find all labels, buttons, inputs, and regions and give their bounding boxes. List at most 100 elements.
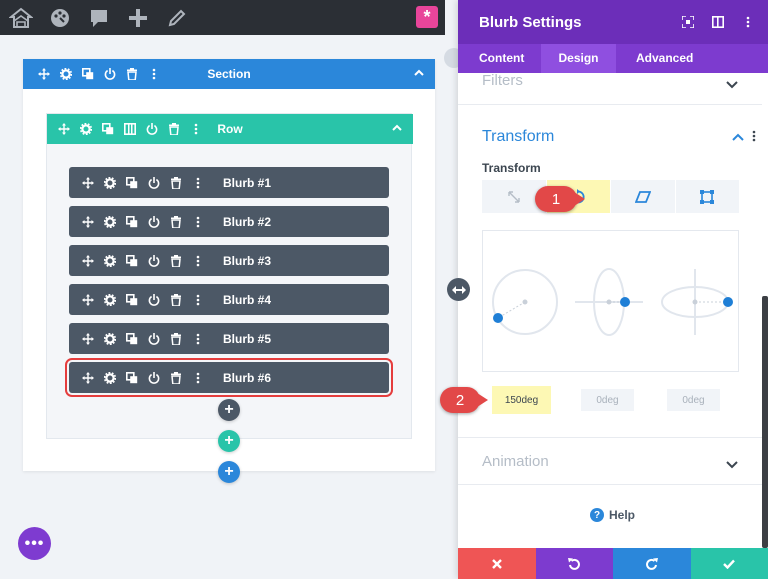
- module-blurb-6[interactable]: Blurb #6: [65, 358, 393, 397]
- close-icon[interactable]: [458, 548, 536, 579]
- trash-icon[interactable]: [165, 252, 187, 270]
- chevron-down-icon[interactable]: [726, 457, 738, 475]
- gear-icon[interactable]: [99, 174, 121, 192]
- trash-icon[interactable]: [121, 65, 143, 83]
- duplicate-icon[interactable]: [121, 369, 143, 387]
- module-blurb-4[interactable]: Blurb #4: [69, 284, 389, 315]
- chevron-up-icon[interactable]: [732, 129, 744, 147]
- module-blurb-1[interactable]: Blurb #1: [69, 167, 389, 198]
- power-icon[interactable]: [143, 330, 165, 348]
- origin-icon[interactable]: [676, 180, 740, 213]
- power-icon[interactable]: [143, 213, 165, 231]
- duplicate-icon[interactable]: [97, 120, 119, 138]
- add-section-button[interactable]: +: [218, 461, 240, 483]
- module-blurb-3[interactable]: Blurb #3: [69, 245, 389, 276]
- transform-subtabs: [482, 180, 740, 213]
- more-icon[interactable]: [187, 252, 209, 270]
- gear-icon[interactable]: [99, 330, 121, 348]
- trash-icon[interactable]: [165, 330, 187, 348]
- trash-icon[interactable]: [165, 213, 187, 231]
- sidebar-icon[interactable]: [710, 14, 726, 30]
- skew-icon[interactable]: [611, 180, 676, 213]
- more-icon[interactable]: [187, 174, 209, 192]
- more-icon[interactable]: [143, 65, 165, 83]
- star-icon[interactable]: *: [416, 6, 438, 28]
- rotate-x-input[interactable]: 0deg: [581, 389, 634, 411]
- module-blurb-2[interactable]: Blurb #2: [69, 206, 389, 237]
- builder-toolbar: *: [0, 0, 445, 35]
- move-icon[interactable]: [77, 174, 99, 192]
- rotate-x-dial[interactable]: [575, 268, 643, 336]
- move-icon[interactable]: [33, 65, 55, 83]
- chevron-down-icon[interactable]: [726, 77, 738, 95]
- move-icon[interactable]: [77, 369, 99, 387]
- power-icon[interactable]: [143, 369, 165, 387]
- module-blurb-5[interactable]: Blurb #5: [69, 323, 389, 354]
- section-header[interactable]: Section: [23, 59, 435, 89]
- filters-toggle-title[interactable]: Filters: [482, 72, 523, 89]
- duplicate-icon[interactable]: [121, 174, 143, 192]
- gear-icon[interactable]: [99, 213, 121, 231]
- animation-toggle-title[interactable]: Animation: [482, 453, 549, 470]
- more-icon[interactable]: [187, 213, 209, 231]
- tab-advanced[interactable]: Advanced: [616, 44, 693, 73]
- more-icon[interactable]: [740, 14, 756, 30]
- move-icon[interactable]: [77, 252, 99, 270]
- comment-icon[interactable]: [86, 5, 112, 31]
- row-header[interactable]: Row: [47, 114, 413, 144]
- help-link[interactable]: ? Help: [590, 508, 635, 522]
- tab-content[interactable]: Content: [458, 44, 541, 73]
- power-icon[interactable]: [141, 120, 163, 138]
- panel-scrollbar[interactable]: [762, 296, 768, 548]
- more-icon[interactable]: [187, 291, 209, 309]
- power-icon[interactable]: [143, 252, 165, 270]
- columns-icon[interactable]: [119, 120, 141, 138]
- chevron-up-icon[interactable]: [413, 66, 425, 84]
- power-icon[interactable]: [143, 291, 165, 309]
- move-icon[interactable]: [77, 291, 99, 309]
- move-icon[interactable]: [77, 213, 99, 231]
- more-icon[interactable]: [187, 369, 209, 387]
- more-icon[interactable]: [752, 129, 756, 147]
- add-module-button[interactable]: +: [218, 399, 240, 421]
- gear-icon[interactable]: [55, 65, 77, 83]
- transform-toggle-title[interactable]: Transform: [482, 128, 554, 146]
- redo-icon[interactable]: [613, 548, 691, 579]
- duplicate-icon[interactable]: [121, 291, 143, 309]
- palette-icon[interactable]: [47, 5, 73, 31]
- power-icon[interactable]: [99, 65, 121, 83]
- undo-icon[interactable]: [535, 548, 613, 579]
- page-settings-button[interactable]: •••: [18, 527, 51, 560]
- gear-icon[interactable]: [99, 291, 121, 309]
- rotate-z-dial[interactable]: [492, 269, 558, 335]
- move-icon[interactable]: [77, 330, 99, 348]
- expand-icon[interactable]: [680, 14, 696, 30]
- rotate-y-dial[interactable]: [661, 269, 733, 335]
- rotate-z-input[interactable]: 150deg: [492, 386, 551, 414]
- resize-handle-icon[interactable]: [447, 278, 470, 301]
- duplicate-icon[interactable]: [121, 213, 143, 231]
- pencil-icon[interactable]: [164, 5, 190, 31]
- duplicate-icon[interactable]: [121, 252, 143, 270]
- gear-icon[interactable]: [99, 369, 121, 387]
- add-row-button[interactable]: +: [218, 430, 240, 452]
- gear-icon[interactable]: [99, 252, 121, 270]
- more-icon[interactable]: [187, 330, 209, 348]
- check-icon[interactable]: [690, 548, 768, 579]
- divider: [458, 484, 762, 485]
- wireframe-icon[interactable]: [8, 5, 34, 31]
- trash-icon[interactable]: [165, 174, 187, 192]
- duplicate-icon[interactable]: [77, 65, 99, 83]
- chevron-up-icon[interactable]: [391, 121, 403, 139]
- duplicate-icon[interactable]: [121, 330, 143, 348]
- trash-icon[interactable]: [165, 369, 187, 387]
- trash-icon[interactable]: [165, 291, 187, 309]
- gear-icon[interactable]: [75, 120, 97, 138]
- rotate-y-input[interactable]: 0deg: [667, 389, 720, 411]
- more-icon[interactable]: [185, 120, 207, 138]
- power-icon[interactable]: [143, 174, 165, 192]
- move-icon[interactable]: [53, 120, 75, 138]
- trash-icon[interactable]: [163, 120, 185, 138]
- tab-design[interactable]: Design: [541, 44, 616, 73]
- plus-icon[interactable]: [125, 5, 151, 31]
